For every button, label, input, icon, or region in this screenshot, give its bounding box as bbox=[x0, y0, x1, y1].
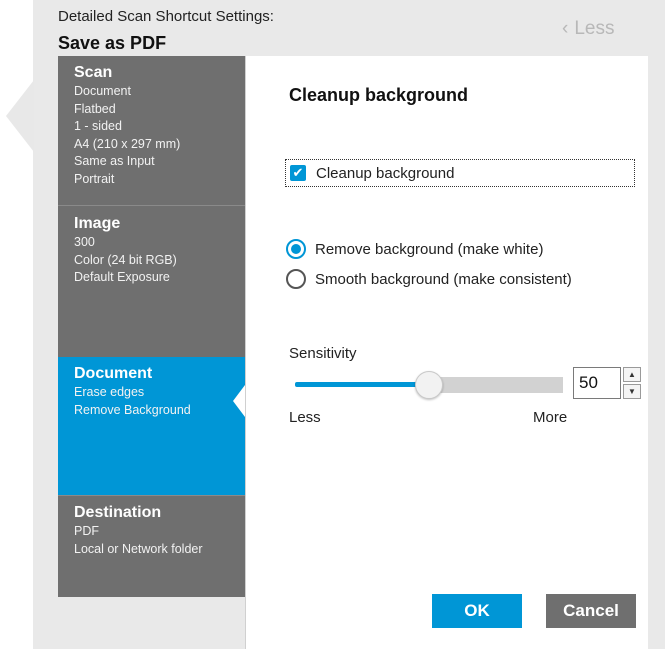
slider-min-label: Less bbox=[289, 409, 321, 426]
sensitivity-value-input[interactable]: 50 bbox=[573, 367, 621, 399]
slider-max-label: More bbox=[533, 409, 568, 426]
increment-arrow-icon[interactable]: ▲ bbox=[623, 367, 641, 382]
sensitivity-label: Sensitivity bbox=[289, 345, 357, 362]
radio-label: Smooth background (make consistent) bbox=[315, 270, 572, 288]
sensitivity-slider[interactable] bbox=[295, 371, 563, 399]
slider-rest-track bbox=[429, 377, 563, 393]
remove-background-radio[interactable]: Remove background (make white) bbox=[286, 239, 543, 259]
radio-unselected-icon bbox=[286, 269, 306, 289]
radio-selected-icon bbox=[286, 239, 306, 259]
sidebar-item: Document bbox=[74, 84, 131, 98]
sidebar-section-destination[interactable]: Destination PDF Local or Network folder bbox=[58, 495, 245, 597]
sidebar-section-title: Scan bbox=[74, 64, 113, 81]
ok-button[interactable]: OK bbox=[432, 594, 522, 628]
sidebar-item: Same as Input bbox=[74, 154, 155, 168]
less-button[interactable]: ‹ Less bbox=[562, 18, 614, 40]
sensitivity-stepper: ▲ ▼ bbox=[623, 367, 641, 399]
header-caption: Detailed Scan Shortcut Settings: bbox=[58, 8, 274, 25]
settings-panel: Cleanup background ✔ Cleanup background … bbox=[245, 56, 648, 649]
checkmark-icon: ✔ bbox=[290, 165, 306, 181]
cancel-button[interactable]: Cancel bbox=[546, 594, 636, 628]
sidebar-section-title: Destination bbox=[74, 504, 162, 521]
sidebar-item: 1 - sided bbox=[74, 119, 122, 133]
sidebar-section-scan[interactable]: Scan Document Flatbed 1 - sided A4 (210 … bbox=[58, 56, 245, 206]
cleanup-background-checkbox[interactable]: ✔ Cleanup background bbox=[285, 159, 635, 187]
sidebar-item: PDF bbox=[74, 524, 99, 538]
shortcut-title: Save as PDF bbox=[58, 33, 167, 53]
chevron-left-icon: ‹ bbox=[562, 18, 569, 39]
decrement-arrow-icon[interactable]: ▼ bbox=[623, 384, 641, 399]
sidebar-item: Portrait bbox=[74, 171, 115, 186]
sidebar-section-document[interactable]: Document Erase edges Remove Background bbox=[58, 357, 245, 495]
settings-sidebar: Scan Document Flatbed 1 - sided A4 (210 … bbox=[58, 56, 245, 597]
slider-thumb[interactable] bbox=[415, 371, 443, 399]
back-arrow-shape bbox=[6, 80, 34, 152]
sidebar-item: Remove Background bbox=[74, 402, 191, 417]
sidebar-item: 300 bbox=[74, 235, 95, 249]
panel-title: Cleanup background bbox=[289, 85, 469, 105]
radio-label: Remove background (make white) bbox=[315, 240, 544, 258]
smooth-background-radio[interactable]: Smooth background (make consistent) bbox=[286, 269, 572, 289]
active-section-notch bbox=[233, 385, 245, 417]
sidebar-item: A4 (210 x 297 mm) bbox=[74, 136, 181, 151]
slider-fill bbox=[295, 382, 429, 387]
sidebar-item: Color (24 bit RGB) bbox=[74, 252, 177, 267]
sidebar-section-image[interactable]: Image 300 Color (24 bit RGB) Default Exp… bbox=[58, 207, 245, 357]
sidebar-section-title: Document bbox=[74, 365, 153, 382]
sidebar-item: Default Exposure bbox=[74, 270, 170, 284]
checkbox-label: Cleanup background bbox=[316, 164, 455, 182]
sidebar-section-title: Image bbox=[74, 215, 121, 232]
sidebar-item: Erase edges bbox=[74, 385, 145, 399]
less-label: Less bbox=[574, 18, 615, 39]
sidebar-item: Flatbed bbox=[74, 101, 116, 116]
dialog-window: Detailed Scan Shortcut Settings: Save as… bbox=[0, 0, 665, 649]
sidebar-item: Local or Network folder bbox=[74, 541, 203, 556]
